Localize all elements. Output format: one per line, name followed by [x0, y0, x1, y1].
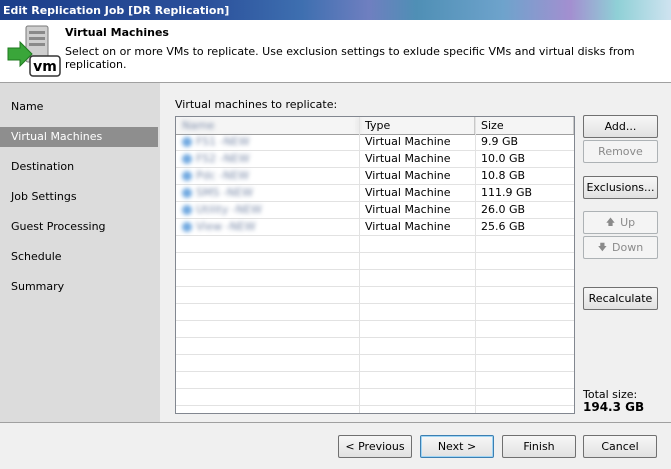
cancel-button[interactable]: Cancel — [583, 435, 657, 458]
table-row-empty — [176, 304, 574, 321]
arrow-down-icon: 🡇 — [597, 242, 608, 253]
table-row-empty — [176, 389, 574, 406]
table-row[interactable]: SMS -NEW Virtual Machine 111.9 GB — [176, 185, 574, 202]
page-title: Virtual Machines — [65, 26, 169, 39]
svg-text:vm: vm — [33, 59, 57, 75]
vm-icon — [182, 137, 192, 147]
table-row-empty — [176, 270, 574, 287]
nav-item-virtual-machines[interactable]: Virtual Machines — [0, 127, 158, 147]
vm-server-icon: vm — [7, 25, 61, 77]
total-size: Total size: 194.3 GB — [583, 388, 644, 414]
nav-item-job-settings[interactable]: Job Settings — [0, 187, 158, 207]
vm-list-table[interactable]: Name Type Size FS1 -NEW Virtual Machine … — [175, 116, 575, 414]
vm-list-label: Virtual machines to replicate: — [175, 98, 338, 111]
footer-divider — [0, 422, 671, 423]
table-row[interactable]: Pdc -NEW Virtual Machine 10.8 GB — [176, 168, 574, 185]
vm-name: FS1 -NEW — [196, 135, 250, 148]
table-row-empty — [176, 355, 574, 372]
add-button[interactable]: Add... — [583, 115, 658, 138]
vm-name: Pdc -NEW — [196, 169, 250, 182]
recalculate-button[interactable]: Recalculate — [583, 287, 658, 310]
row-type-cell: Virtual Machine — [365, 169, 451, 182]
page-description: Select on or more VMs to replicate. Use … — [65, 45, 635, 71]
nav-item-summary[interactable]: Summary — [0, 277, 158, 297]
down-button[interactable]: 🡇 Down — [583, 236, 658, 259]
row-size-cell: 111.9 GB — [481, 186, 533, 199]
table-row[interactable]: FS2 -NEW Virtual Machine 10.0 GB — [176, 151, 574, 168]
table-row-empty — [176, 236, 574, 253]
row-name-cell: Utility -NEW — [176, 202, 359, 218]
next-button[interactable]: Next > — [420, 435, 494, 458]
row-name-cell: FS2 -NEW — [176, 151, 359, 167]
row-size-cell: 10.8 GB — [481, 169, 526, 182]
wizard-header: vm Virtual Machines Select on or more VM… — [0, 20, 671, 83]
vm-name: Utility -NEW — [196, 203, 262, 216]
vm-icon — [182, 222, 192, 232]
nav-item-destination[interactable]: Destination — [0, 157, 158, 177]
vm-name: View -NEW — [196, 220, 256, 233]
table-row-empty — [176, 372, 574, 389]
title-bar[interactable]: Edit Replication Job [DR Replication] — [0, 0, 671, 20]
remove-button[interactable]: Remove — [583, 140, 658, 163]
row-type-cell: Virtual Machine — [365, 152, 451, 165]
down-button-label: Down — [612, 241, 644, 254]
row-size-cell: 26.0 GB — [481, 203, 526, 216]
vm-name: SMS -NEW — [196, 186, 253, 199]
nav-item-schedule[interactable]: Schedule — [0, 247, 158, 267]
row-type-cell: Virtual Machine — [365, 220, 451, 233]
total-size-value: 194.3 GB — [583, 400, 645, 414]
up-button[interactable]: 🡅 Up — [583, 211, 658, 234]
vm-icon — [182, 188, 192, 198]
arrow-up-icon: 🡅 — [605, 217, 616, 228]
column-header-name[interactable]: Name — [176, 117, 359, 134]
wizard-steps-nav: Name Virtual Machines Destination Job Se… — [0, 83, 160, 423]
window-title: Edit Replication Job [DR Replication] — [3, 3, 230, 17]
row-name-cell: Pdc -NEW — [176, 168, 359, 184]
vm-name: FS2 -NEW — [196, 152, 250, 165]
table-row[interactable]: Utility -NEW Virtual Machine 26.0 GB — [176, 202, 574, 219]
previous-button[interactable]: < Previous — [338, 435, 412, 458]
up-button-label: Up — [620, 216, 636, 229]
row-type-cell: Virtual Machine — [365, 203, 451, 216]
table-row-empty — [176, 338, 574, 355]
table-header: Name Type Size — [176, 117, 574, 135]
row-type-cell: Virtual Machine — [365, 135, 451, 148]
vm-icon — [182, 205, 192, 215]
vm-icon — [182, 171, 192, 181]
row-name-cell: View -NEW — [176, 219, 359, 235]
finish-button[interactable]: Finish — [502, 435, 576, 458]
table-row-empty — [176, 253, 574, 270]
nav-item-name[interactable]: Name — [0, 97, 158, 117]
table-row-empty — [176, 321, 574, 338]
exclusions-button[interactable]: Exclusions... — [583, 176, 658, 199]
table-row[interactable]: View -NEW Virtual Machine 25.6 GB — [176, 219, 574, 236]
row-size-cell: 10.0 GB — [481, 152, 526, 165]
vm-icon — [182, 154, 192, 164]
row-name-cell: SMS -NEW — [176, 185, 359, 201]
table-row[interactable]: FS1 -NEW Virtual Machine 9.9 GB — [176, 134, 574, 151]
row-size-cell: 9.9 GB — [481, 135, 519, 148]
row-type-cell: Virtual Machine — [365, 186, 451, 199]
column-header-size[interactable]: Size — [475, 117, 574, 134]
table-row-empty — [176, 287, 574, 304]
row-name-cell: FS1 -NEW — [176, 134, 359, 150]
nav-item-guest-processing[interactable]: Guest Processing — [0, 217, 158, 237]
column-header-type[interactable]: Type — [359, 117, 475, 134]
row-size-cell: 25.6 GB — [481, 220, 526, 233]
